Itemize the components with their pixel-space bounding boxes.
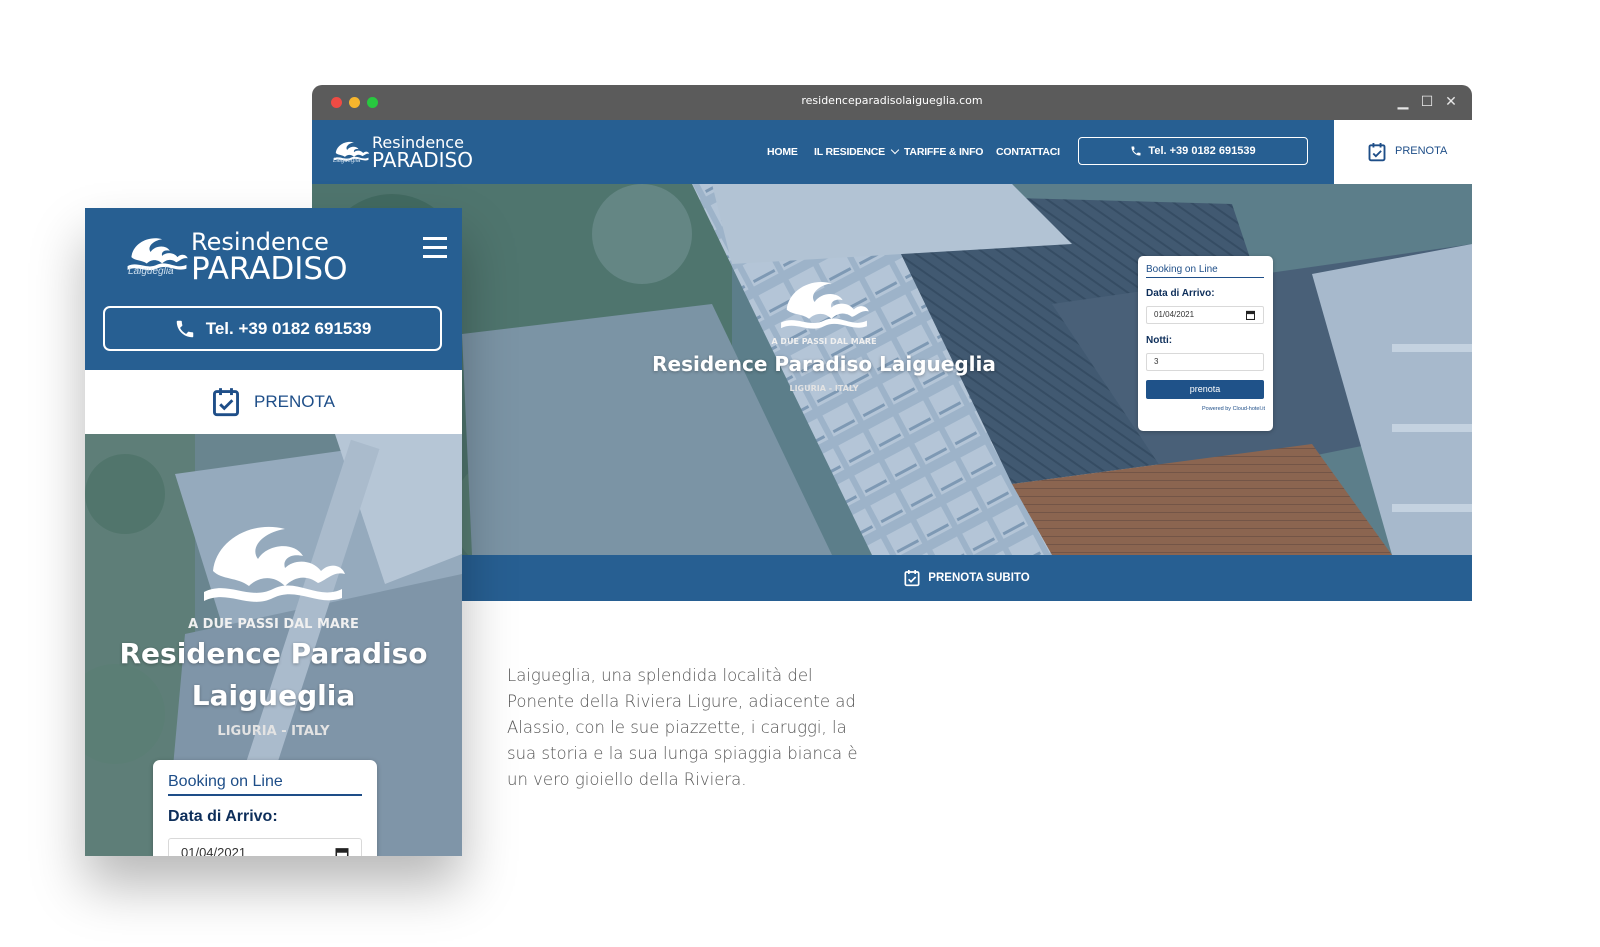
hero-kicker: A DUE PASSI DAL MARE [771,337,877,346]
booking-widget: Booking on Line Data di Arrivo: 01/04/20… [1138,256,1273,431]
mobile-arrival-date-input[interactable]: 01/04/2021 [168,838,362,856]
phone-button[interactable]: Tel. +39 0182 691539 [1078,137,1308,165]
window-minimize-icon[interactable]: ▁ [1395,93,1411,109]
booking-divider [1146,277,1264,278]
nav-il-residence-label: IL RESIDENCE [814,146,885,158]
mobile-header: Resindence PARADISO Laigueglia Tel. +39 … [85,208,462,370]
site-logo[interactable]: Resindence PARADISO Laigueglia [332,133,473,172]
intro-description: Laigueglia, una splendida località del P… [507,666,858,789]
calendar-picker-icon[interactable] [335,847,349,856]
nav-contattaci[interactable]: CONTATTACI [996,146,1060,158]
mobile-arrival-date-value: 01/04/2021 [181,845,247,856]
prenota-subito-label: PRENOTA SUBITO [928,572,1030,584]
window-maximize-icon[interactable]: ☐ [1419,93,1435,109]
arrival-date-value: 01/04/2021 [1154,310,1195,319]
prenota-subito-bar[interactable]: PRENOTA SUBITO [462,555,1472,601]
mobile-site-logo[interactable]: Resindence PARADISO Laigueglia [125,226,348,288]
hero-title: Residence Paradiso Laigueglia [652,352,996,376]
phone-icon [1131,146,1141,156]
mobile-phone-label: Tel. +39 0182 691539 [205,318,372,338]
mobile-booking-divider [168,794,362,796]
mobile-logo-line2: PARADISO [191,251,348,287]
mobile-prenota-label: PRENOTA [254,392,335,411]
arrival-label: Data di Arrivo: [1146,288,1215,299]
hero-subtitle: LIGURIA - ITALY [789,384,859,393]
prenota-header-button[interactable]: PRENOTA [1334,120,1472,184]
nights-input[interactable]: 3 [1146,353,1264,371]
mobile-booking-title: Booking on Line [168,773,283,790]
calendar-picker-icon[interactable] [1246,310,1255,320]
arrival-date-input[interactable]: 01/04/2021 [1146,306,1264,324]
calendar-check-icon [213,388,240,417]
mobile-hero-title-line1: Residence Paradiso [119,637,428,670]
hero-image: A DUE PASSI DAL MARE Residence Paradiso … [312,184,1472,555]
address-bar[interactable]: residenceparadisolaigueglia.com [312,94,1472,107]
mobile-hero-kicker: A DUE PASSI DAL MARE [188,617,359,632]
site-header: Resindence PARADISO Laigueglia HOME IL R… [312,120,1334,184]
nav-tariffe-info[interactable]: TARIFFE & INFO [904,146,983,158]
nav-home[interactable]: HOME [767,146,798,158]
phone-label: Tel. +39 0182 691539 [1148,145,1256,157]
logo-line2: PARADISO [372,148,473,172]
mobile-hero-subtitle: LIGURIA - ITALY [217,724,330,739]
mobile-mockup: Resindence PARADISO Laigueglia Tel. +39 … [85,208,462,856]
desktop-browser-window: residenceparadisolaigueglia.com ▁ ☐ ✕ Re… [312,85,1472,601]
window-close-icon[interactable]: ✕ [1443,93,1459,109]
powered-by-link[interactable]: Powered by Cloud-hotel.it [1202,406,1265,412]
hero-wave-logo-icon [198,514,348,604]
nav-il-residence[interactable]: IL RESIDENCE [814,145,899,158]
mobile-prenota-button[interactable]: PRENOTA [85,370,462,434]
phone-icon [176,320,193,337]
nights-label: Notti: [1146,335,1173,346]
browser-titlebar: residenceparadisolaigueglia.com ▁ ☐ ✕ [312,85,1472,120]
logo-script: Laigueglia [333,158,361,164]
mobile-hero-title-line2: Laigueglia [191,679,356,712]
calendar-check-icon [1368,143,1386,162]
mobile-phone-button[interactable]: Tel. +39 0182 691539 [103,306,442,351]
mobile-logo-script: Laigueglia [128,266,174,277]
mobile-booking-widget: Booking on Line Data di Arrivo: 01/04/20… [153,760,377,856]
calendar-check-icon [904,570,920,587]
chevron-down-icon [890,145,899,155]
prenota-header-label: PRENOTA [1395,145,1448,157]
hero-wave-logo-icon [776,274,872,330]
hamburger-menu-icon[interactable] [423,237,447,259]
prenota-submit-button[interactable]: prenota [1146,380,1264,399]
booking-title: Booking on Line [1146,264,1218,275]
mobile-arrival-label: Data di Arrivo: [168,808,278,825]
